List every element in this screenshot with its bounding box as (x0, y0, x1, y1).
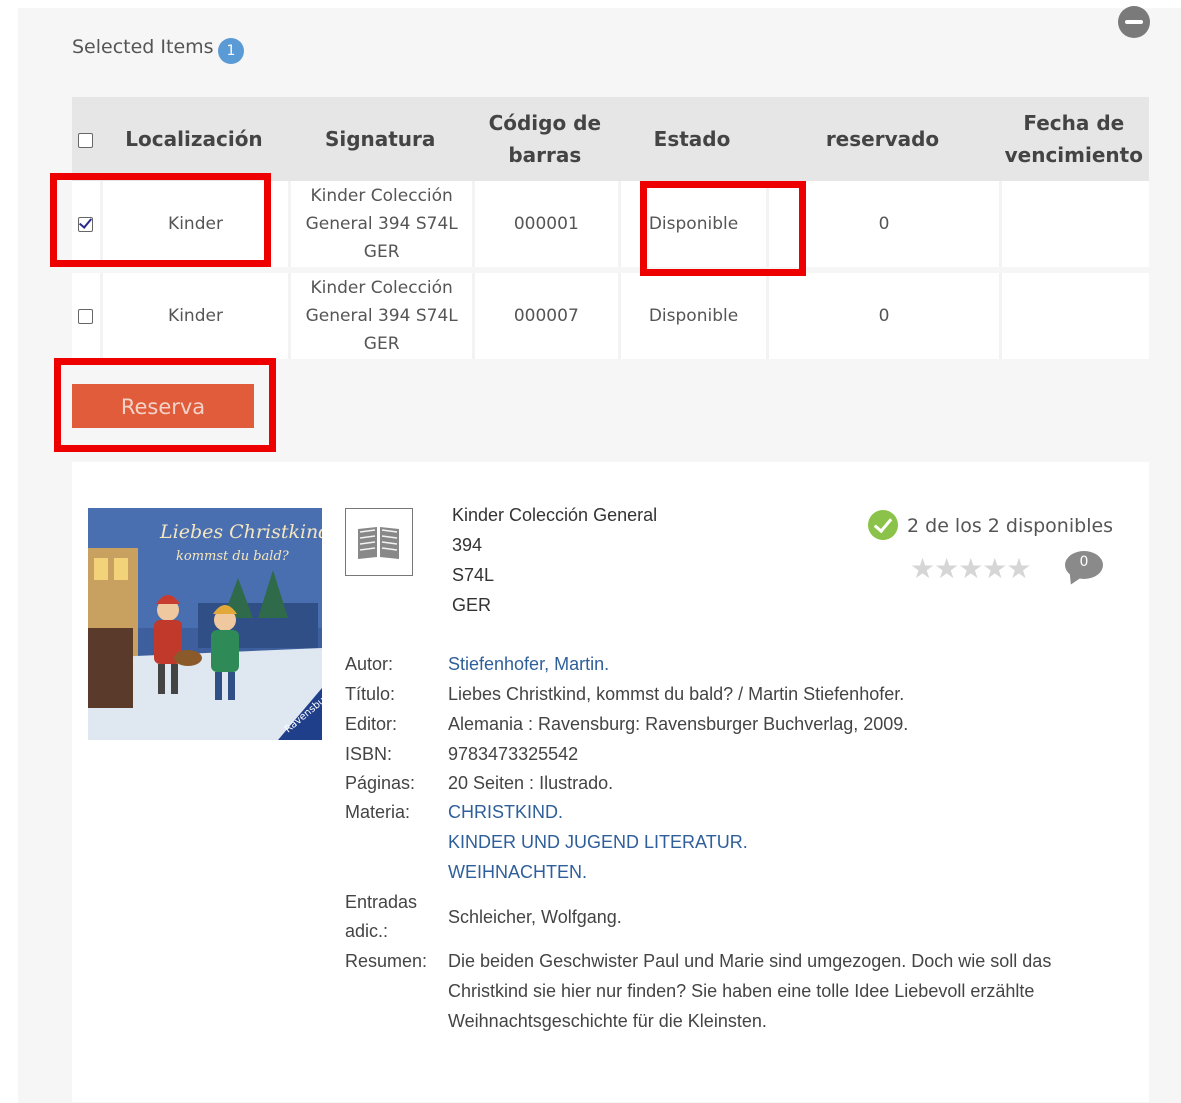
check-circle-icon (868, 510, 898, 540)
entradas-label-line1: Entradas (345, 892, 418, 912)
paginas-label: Páginas: (345, 773, 416, 793)
rating-stars[interactable]: ★★★★★ (910, 552, 1032, 585)
autor-link[interactable]: Stiefenhofer, Martin. (448, 654, 609, 675)
table-row: Kinder Kinder Colección General 394 S74L G… (72, 273, 1149, 359)
cover-title-line1: Liebes Christkind, (159, 521, 322, 543)
entradas-value: Schleicher, Wolfgang. (448, 907, 622, 927)
col-signatura[interactable]: Signatura (288, 97, 472, 181)
col-codigo-line2: barras (508, 143, 582, 167)
cell-signatura-line2: General 394 S74L (305, 306, 458, 326)
selected-items-title: Selected Items (72, 36, 214, 58)
cell-signatura-line3: GER (363, 334, 400, 354)
book-cover-art: Ravensburger Liebes Christkind, kommst d… (88, 508, 322, 740)
resumen-line2: Christkind sie hier nur finden? Sie habe… (448, 981, 1035, 1001)
highlight-box-reserve (54, 358, 276, 452)
editor-value: Alemania : Ravensburg: Ravensburger Buch… (448, 714, 909, 734)
cell-localizacion: Kinder (99, 273, 289, 359)
highlight-box-row (50, 173, 271, 267)
comment-icon[interactable]: 0 (1065, 551, 1103, 579)
col-codigo[interactable]: Código de barras (472, 97, 618, 181)
materia-link[interactable]: CHRISTKIND. (448, 802, 563, 823)
cell-reservado: 0 (766, 273, 999, 359)
cell-signatura-line3: GER (363, 242, 400, 262)
comment-count: 0 (1079, 554, 1089, 570)
cell-signatura: Kinder Colección General 394 S74L GER (288, 181, 472, 267)
col-localizacion[interactable]: Localización (99, 97, 289, 181)
cell-codigo: 000007 (472, 273, 618, 359)
call-number-line2: 394 (452, 535, 483, 555)
isbn-label: ISBN: (345, 744, 393, 764)
col-estado[interactable]: Estado (617, 97, 767, 181)
col-fecha-line1: Fecha de (1023, 111, 1125, 135)
call-number-line1: Kinder Colección General (452, 505, 658, 525)
cell-codigo: 000001 (472, 181, 618, 267)
select-all-cell[interactable] (72, 97, 100, 181)
resumen-label: Resumen: (345, 951, 428, 971)
cover-title-line2: kommst du bald? (176, 549, 290, 564)
selected-count-badge: 1 (218, 38, 244, 64)
cell-fecha (998, 181, 1149, 267)
col-fecha[interactable]: Fecha de vencimiento (998, 97, 1149, 181)
row-select-cell[interactable] (72, 273, 100, 359)
isbn-value: 9783473325542 (448, 744, 579, 764)
highlight-box-estado (640, 181, 806, 276)
cell-fecha (998, 273, 1149, 359)
row-checkbox[interactable] (78, 308, 94, 324)
materia-label: Materia: (345, 802, 411, 822)
materia-link[interactable]: WEIHNACHTEN. (448, 862, 587, 883)
call-number-line3: S74L (452, 565, 495, 585)
titulo-value: Liebes Christkind, kommst du bald? / Mar… (448, 684, 905, 704)
select-all-checkbox[interactable] (78, 133, 94, 148)
cell-estado: Disponible (617, 273, 767, 359)
titulo-label: Título: (345, 684, 396, 704)
availability-text: 2 de los 2 disponibles (907, 515, 1114, 537)
resumen-line3: Weihnachtsgeschichte für die Kleinsten. (448, 1011, 767, 1031)
editor-label: Editor: (345, 714, 398, 734)
call-number-line4: GER (452, 595, 492, 615)
col-codigo-line1: Código de (488, 111, 602, 135)
book-icon (345, 508, 413, 576)
collapse-icon[interactable] (1118, 6, 1150, 38)
table-header-row: Localización Signatura Código de barras E… (72, 97, 1149, 181)
cell-signatura: Kinder Colección General 394 S74L GER (288, 273, 472, 359)
autor-label: Autor: (345, 654, 394, 674)
paginas-value: 20 Seiten : Ilustrado. (448, 773, 614, 793)
book-cover-image[interactable]: Ravensburger Liebes Christkind, kommst d… (88, 508, 322, 740)
entradas-label-line2: adic.: (345, 921, 389, 941)
cell-signatura-line1: Kinder Colección (310, 186, 453, 206)
col-reservado[interactable]: reservado (766, 97, 999, 181)
cell-signatura-line2: General 394 S74L (305, 214, 458, 234)
cell-signatura-line1: Kinder Colección (310, 278, 453, 298)
materia-link[interactable]: KINDER UND JUGEND LITERATUR. (448, 832, 748, 853)
resumen-line1: Die beiden Geschwister Paul und Marie si… (448, 951, 1052, 971)
col-fecha-line2: vencimiento (1004, 143, 1143, 167)
